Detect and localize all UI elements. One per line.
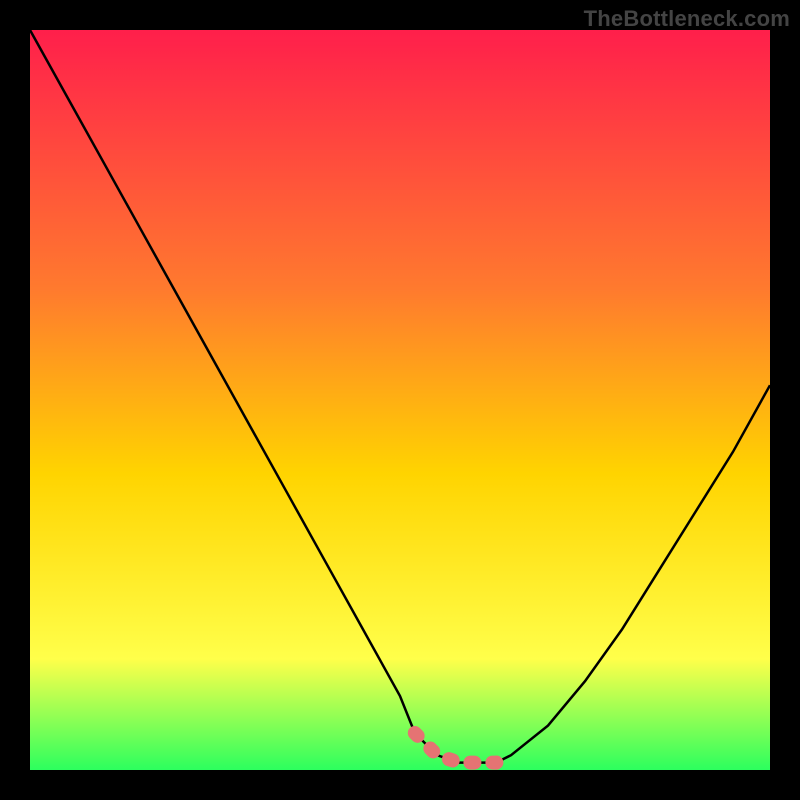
plot-svg bbox=[30, 30, 770, 770]
watermark-text: TheBottleneck.com bbox=[584, 6, 790, 32]
chart-frame: TheBottleneck.com bbox=[0, 0, 800, 800]
gradient-background bbox=[30, 30, 770, 770]
plot-area bbox=[30, 30, 770, 770]
